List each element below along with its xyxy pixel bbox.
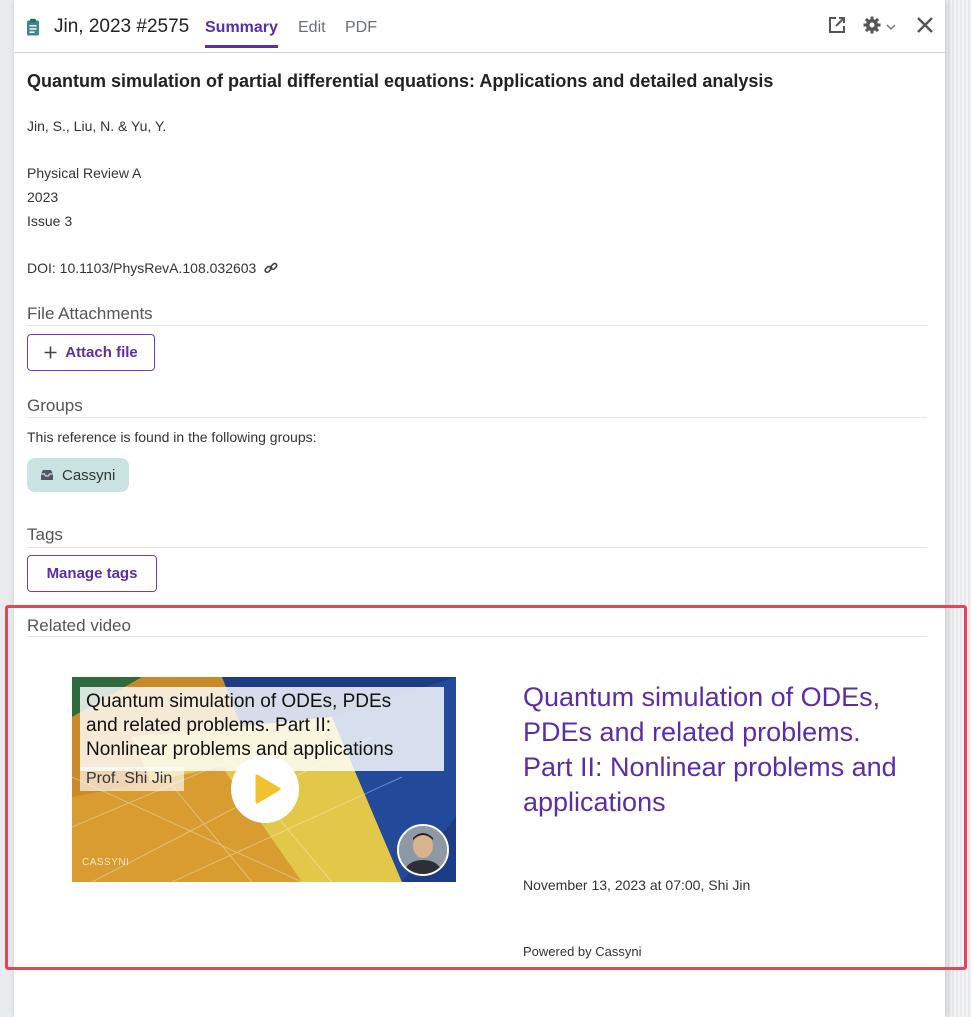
panel-header: Jin, 2023 #2575 Summary Edit PDF: [14, 0, 945, 53]
tab-edit[interactable]: Edit: [298, 19, 326, 37]
clipboard-icon: [27, 18, 39, 36]
attach-file-label: Attach file: [65, 344, 138, 361]
manage-tags-button[interactable]: Manage tags: [27, 555, 157, 592]
chevron-down-icon[interactable]: [886, 22, 896, 32]
doi-row: DOI: 10.1103/PhysRevA.108.032603: [27, 260, 278, 276]
open-external-icon[interactable]: [828, 16, 846, 34]
groups-description: This reference is found in the following…: [27, 429, 317, 445]
link-icon[interactable]: [264, 261, 278, 275]
file-attachments-heading: File Attachments: [27, 304, 153, 323]
reference-label: Jin, 2023 #2575: [54, 16, 190, 37]
tab-summary[interactable]: Summary: [205, 19, 278, 48]
close-icon[interactable]: [916, 16, 934, 34]
highlight-box: [5, 605, 967, 970]
attach-file-button[interactable]: Attach file: [27, 334, 155, 371]
tags-heading: Tags: [27, 525, 63, 544]
manage-tags-label: Manage tags: [46, 565, 138, 582]
group-chip-label: Cassyni: [62, 466, 116, 484]
journal: Physical Review A: [27, 165, 142, 181]
doi-text: DOI: 10.1103/PhysRevA.108.032603: [27, 260, 257, 276]
reference-title: Quantum simulation of partial differenti…: [27, 71, 774, 91]
authors: Jin, S., Liu, N. & Yu, Y.: [27, 118, 167, 134]
group-chip-cassyni[interactable]: Cassyni: [27, 458, 129, 492]
groups-heading: Groups: [27, 396, 83, 415]
divider: [27, 417, 927, 418]
issue: Issue 3: [27, 213, 73, 229]
gear-icon[interactable]: [862, 15, 882, 35]
divider: [27, 325, 927, 326]
plus-icon: [44, 346, 57, 359]
inbox-icon: [41, 470, 53, 480]
year: 2023: [27, 189, 59, 205]
tab-pdf[interactable]: PDF: [345, 19, 377, 37]
divider: [27, 547, 927, 548]
